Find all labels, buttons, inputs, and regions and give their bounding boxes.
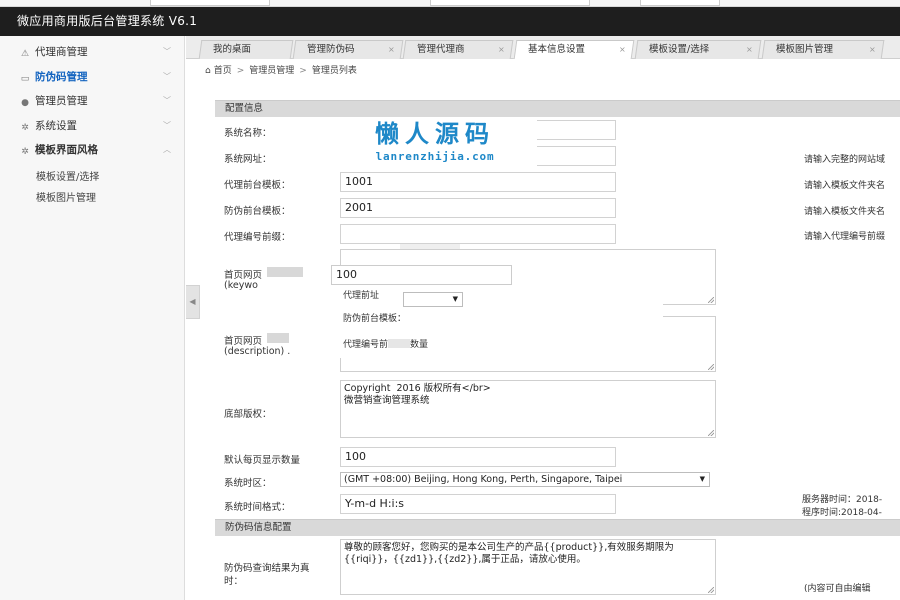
tab-manage-agent[interactable]: 管理代理商 × [402, 40, 514, 59]
program-time: 程序时间:2018-04- [802, 508, 882, 518]
overlay-select[interactable]: ▼ [403, 292, 463, 307]
tab-manage-fwm[interactable]: 管理防伪码 × [292, 40, 404, 59]
breadcrumb-item[interactable]: 管理员管理 [249, 66, 294, 76]
gear-icon: ✲ [21, 147, 29, 157]
tab-template-images[interactable]: 模板图片管理 × [761, 40, 885, 59]
site-url-label: 系统网址： [224, 154, 272, 165]
fwm-template-hint: 请输入模板文件夹名 [804, 207, 886, 217]
overlay-line-fwm-template: 防伪前台模板： [343, 314, 407, 324]
breadcrumb: ⌂ 首页 > 管理员管理 > 管理员列表 [205, 66, 357, 76]
overlay-line-agent-url: 代理前址 [343, 291, 380, 301]
browser-top-strip [0, 0, 900, 7]
query-result-label-2: 时： [224, 576, 244, 587]
close-icon[interactable]: × [619, 41, 626, 58]
sidebar-item-fwm[interactable]: ▭ 防伪码管理 ﹀ [0, 65, 184, 90]
pagesize-label: 默认每页显示数量 [224, 455, 301, 466]
redacted-area [267, 267, 303, 277]
section-fwm-header: 防伪码信息配置 [215, 519, 900, 536]
breadcrumb-home[interactable]: 首页 [214, 66, 232, 76]
query-result-label: 防伪码查询结果为真 [224, 563, 310, 574]
timefmt-input[interactable]: Y-m-d H:i:s [340, 494, 616, 514]
copyright-textarea[interactable]: Copyright 2016 版权所有</br> 微营销查询管理系统 [340, 380, 716, 438]
server-time: 服务器时间：2018- [802, 495, 883, 505]
dropdown-arrow-icon: ▼ [452, 295, 458, 303]
tab-basic-settings[interactable]: 基本信息设置 × [513, 40, 635, 59]
timefmt-label: 系统时间格式： [224, 502, 291, 513]
keywords-label: 首页网页 [224, 270, 263, 281]
agent-template-label: 代理前台模板： [224, 180, 291, 191]
agent-icon: ⚠ [20, 49, 30, 59]
agent-template-hint: 请输入模板文件夹名 [804, 181, 886, 191]
chevron-down-icon: ﹀ [163, 120, 171, 130]
agent-template-input[interactable]: 1001 [340, 172, 616, 192]
tab-bar: 我的桌面 管理防伪码 × 管理代理商 × 基本信息设置 × 模板设置/选择 × … [186, 36, 900, 59]
sidebar-item-settings[interactable]: ✲ 系统设置 ﹀ [0, 114, 184, 139]
chevron-down-icon: ﹀ [163, 71, 171, 81]
app-title: 微应用商用版后台管理系统 V6.1 [17, 14, 198, 28]
chevron-up-icon: ︿ [163, 145, 171, 154]
copyright-label: 底部版权： [224, 409, 272, 420]
agent-prefix-label: 代理编号前缀： [224, 232, 291, 243]
redacted-area [267, 333, 289, 343]
description-label: 首页网页 [224, 336, 263, 347]
gear-icon: ✲ [21, 122, 29, 133]
chevron-left-icon: ◀ [189, 297, 196, 306]
watermark-logo: 懒人源码 lanrenzhijia.com [333, 118, 537, 171]
description-label-2: (description) . [224, 346, 291, 357]
keywords-input[interactable]: 100 [331, 265, 512, 285]
close-icon[interactable]: × [869, 41, 876, 58]
fwm-template-label: 防伪前台模板： [224, 206, 291, 217]
keywords-label-2: (keywo [224, 280, 258, 291]
close-icon[interactable]: × [388, 41, 395, 58]
sidebar: ⚠ 代理商管理 ﹀ ▭ 防伪码管理 ﹀ ● 管理员管理 ﹀ ✲ 系统设置 ﹀ ✲ 模板界面… [0, 36, 185, 600]
sidebar-collapse-handle[interactable]: ◀ [186, 285, 200, 319]
close-icon[interactable]: × [498, 41, 505, 58]
tab-desktop[interactable]: 我的桌面 [198, 40, 294, 59]
sidebar-item-admin[interactable]: ● 管理员管理 ﹀ [0, 89, 184, 114]
section-config-header: 配置信息 [215, 100, 900, 117]
breadcrumb-item: 管理员列表 [311, 66, 357, 76]
timezone-select[interactable]: (GMT +08:00) Beijing, Hong Kong, Perth, … [340, 472, 710, 487]
fwm-template-input[interactable]: 2001 [340, 198, 616, 218]
agent-prefix-hint: 请输入代理编号前缀 [804, 232, 886, 242]
sidebar-item-agent[interactable]: ⚠ 代理商管理 ﹀ [0, 40, 184, 65]
close-icon[interactable]: × [746, 41, 753, 58]
site-name-label: 系统名称： [224, 128, 272, 139]
dropdown-arrow-icon: ▼ [699, 475, 705, 483]
home-icon[interactable]: ⌂ [205, 66, 211, 76]
sidebar-subitem-template-images[interactable]: 模板图片管理 [0, 188, 184, 209]
query-result-textarea[interactable]: 尊敬的顾客您好，您购买的是本公司生产的产品{{product}},有效服务期限为… [340, 539, 716, 595]
chevron-down-icon: ﹀ [163, 47, 171, 56]
app-title-bar: 微应用商用版后台管理系统 V6.1 [0, 7, 900, 36]
chevron-down-icon: ﹀ [163, 96, 171, 105]
site-url-hint: 请输入完整的网站域 [804, 155, 886, 165]
agent-prefix-input[interactable] [340, 224, 616, 244]
pagesize-input[interactable]: 100 [340, 447, 616, 467]
card-icon: ▭ [20, 73, 30, 84]
query-result-hint: (内容可自由编辑 [804, 584, 871, 594]
tab-template-select[interactable]: 模板设置/选择 × [634, 40, 762, 59]
timezone-label: 系统时区： [224, 478, 272, 489]
user-icon: ● [21, 98, 29, 108]
overlay-line-agent-prefix: 代理编号前 数量 [343, 339, 429, 350]
sidebar-item-template[interactable]: ✲ 模板界面风格 ︿ [0, 138, 184, 163]
sidebar-subitem-template-select[interactable]: 模板设置/选择 [0, 167, 184, 188]
